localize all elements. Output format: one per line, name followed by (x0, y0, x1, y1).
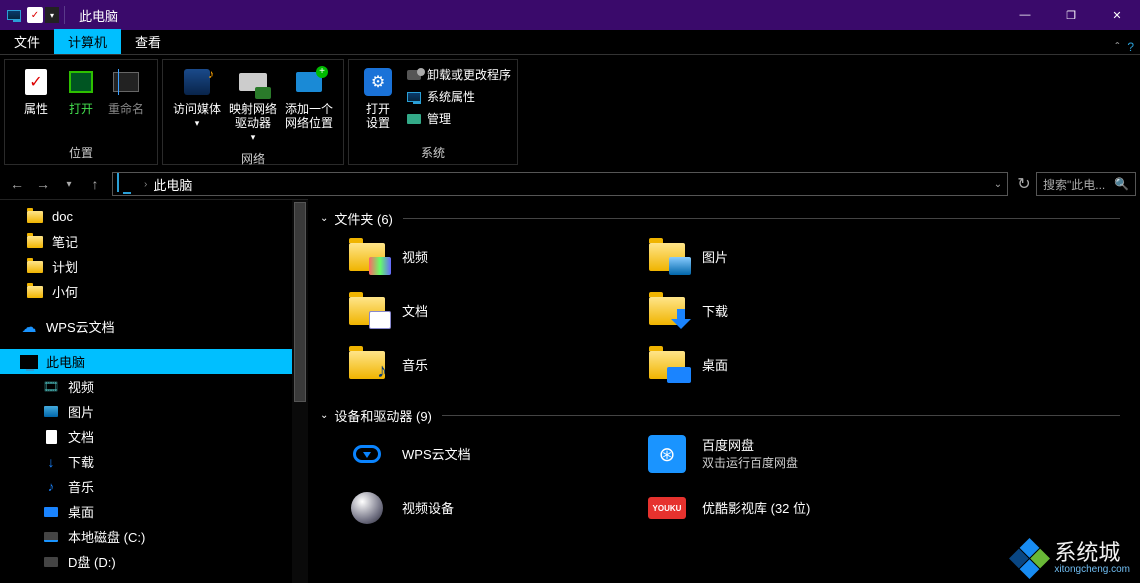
ribbon-group-network: ♪ 访问媒体▾ 映射网络 驱动器▾ + 添加一个 网络位置 网络 (162, 59, 344, 165)
qat-dropdown[interactable]: ▾ (45, 7, 59, 23)
access-media-button[interactable]: ♪ 访问媒体▾ (169, 64, 225, 130)
up-button[interactable]: ↑ (82, 171, 108, 197)
maximize-button[interactable]: ❐ (1048, 0, 1094, 30)
tree-item-plan[interactable]: 计划 (0, 254, 308, 279)
minimize-button[interactable]: — (1002, 0, 1048, 30)
baidu-icon: ⊛ (648, 435, 686, 473)
qat-icon-pc[interactable] (3, 4, 25, 26)
folder-music[interactable]: ♪ 音乐 (346, 342, 606, 388)
tab-file[interactable]: 文件 (0, 29, 54, 54)
camera-icon (351, 492, 383, 524)
tree-item-videos[interactable]: 🎞视频 (0, 374, 308, 399)
address-dropdown[interactable]: ⌄ (989, 179, 1007, 190)
open-button[interactable]: 打开 (61, 64, 101, 116)
caret-icon: ⌄ (320, 213, 328, 224)
section-devices[interactable]: ⌄ 设备和驱动器 (9) (320, 406, 1120, 425)
uninstall-button[interactable]: 卸载或更改程序 (405, 66, 511, 83)
pc-icon (117, 174, 137, 194)
map-drive-button[interactable]: 映射网络 驱动器▾ (225, 64, 281, 144)
device-youku[interactable]: YOUKU 优酷影视库 (32 位) (646, 485, 906, 531)
group-label-network: 网络 (163, 148, 343, 170)
window-controls: — ❐ ✕ (1002, 0, 1140, 30)
sidebar-scrollbar[interactable] (292, 200, 308, 583)
tab-computer[interactable]: 计算机 (54, 29, 121, 54)
rename-button[interactable]: 重命名 (101, 64, 151, 116)
title-bar: ✓ ▾ 此电脑 — ❐ ✕ (0, 0, 1140, 30)
tree-item-wps[interactable]: ☁WPS云文档 (0, 314, 308, 339)
ribbon: ✓ 属性 打开 重命名 位置 ♪ 访问媒体▾ 映射网络 驱动器▾ (0, 55, 1140, 165)
window-title: 此电脑 (79, 6, 118, 25)
device-baidu[interactable]: ⊛ 百度网盘双击运行百度网盘 (646, 431, 906, 477)
group-label-location: 位置 (5, 142, 157, 164)
tree-item-xiaohe[interactable]: 小何 (0, 279, 308, 304)
ribbon-group-location: ✓ 属性 打开 重命名 位置 (4, 59, 158, 165)
search-input[interactable]: 搜索"此电... 🔍 (1036, 172, 1136, 196)
tree-item-music[interactable]: ♪音乐 (0, 474, 308, 499)
folder-downloads[interactable]: 下载 (646, 288, 906, 334)
history-dropdown[interactable]: ▾ (56, 171, 82, 197)
youku-icon: YOUKU (648, 497, 686, 519)
properties-button[interactable]: ✓ 属性 (11, 64, 61, 116)
help-icon[interactable]: ? (1127, 40, 1134, 54)
cloud-icon (353, 445, 381, 463)
section-folders[interactable]: ⌄ 文件夹 (6) (320, 209, 1120, 228)
tree-item-doc[interactable]: doc (0, 204, 308, 229)
tab-view[interactable]: 查看 (121, 29, 175, 54)
nav-bar: ← → ▾ ↑ ›此电脑 ⌄ ↻ 搜索"此电... 🔍 (0, 169, 1140, 199)
watermark-logo-icon (1009, 538, 1050, 579)
qat-icon-app[interactable]: ✓ (27, 7, 43, 23)
folder-desktop[interactable]: 桌面 (646, 342, 906, 388)
ribbon-group-system: ⚙ 打开 设置 卸载或更改程序 系统属性 管理 系统 (348, 59, 518, 165)
close-button[interactable]: ✕ (1094, 0, 1140, 30)
tree-item-cdrive[interactable]: 本地磁盘 (C:) (0, 524, 308, 549)
caret-icon: ⌄ (320, 410, 328, 421)
folder-videos[interactable]: 视频 (346, 234, 606, 280)
ribbon-tabs: 文件 计算机 查看 ˆ ? (0, 30, 1140, 55)
manage-button[interactable]: 管理 (405, 110, 511, 127)
tree-item-downloads[interactable]: ↓下载 (0, 449, 308, 474)
search-placeholder: 搜索"此电... (1043, 176, 1105, 193)
watermark: 系统城 xitongcheng.com (1015, 542, 1130, 575)
search-icon[interactable]: 🔍 (1114, 177, 1129, 191)
forward-button[interactable]: → (30, 171, 56, 197)
navigation-tree: doc 笔记 计划 小何 ☁WPS云文档 此电脑 🎞视频 图片 文档 ↓下载 ♪… (0, 199, 308, 583)
refresh-button[interactable]: ↻ (1012, 174, 1036, 194)
content-pane: ⌄ 文件夹 (6) 视频 图片 文档 下载 ♪ 音乐 (308, 199, 1140, 583)
ribbon-collapse-icon[interactable]: ˆ (1115, 40, 1119, 54)
breadcrumb[interactable]: 此电脑 (153, 175, 192, 194)
tree-item-desktop[interactable]: 桌面 (0, 499, 308, 524)
tree-item-documents[interactable]: 文档 (0, 424, 308, 449)
open-settings-button[interactable]: ⚙ 打开 设置 (355, 64, 401, 130)
gear-icon: ⚙ (364, 68, 392, 96)
tree-item-pictures[interactable]: 图片 (0, 399, 308, 424)
device-wps[interactable]: WPS云文档 (346, 431, 606, 477)
group-label-system: 系统 (349, 142, 517, 164)
add-network-location-button[interactable]: + 添加一个 网络位置 (281, 64, 337, 130)
tree-item-ddrive[interactable]: D盘 (D:) (0, 549, 308, 574)
folder-documents[interactable]: 文档 (346, 288, 606, 334)
folder-pictures[interactable]: 图片 (646, 234, 906, 280)
tree-item-thispc[interactable]: 此电脑 (0, 349, 308, 374)
address-bar[interactable]: ›此电脑 ⌄ (112, 172, 1008, 196)
quick-access-toolbar: ✓ ▾ (2, 4, 69, 26)
back-button[interactable]: ← (4, 171, 30, 197)
device-video-device[interactable]: 视频设备 (346, 485, 606, 531)
system-properties-button[interactable]: 系统属性 (405, 88, 511, 105)
tree-item-notes[interactable]: 笔记 (0, 229, 308, 254)
